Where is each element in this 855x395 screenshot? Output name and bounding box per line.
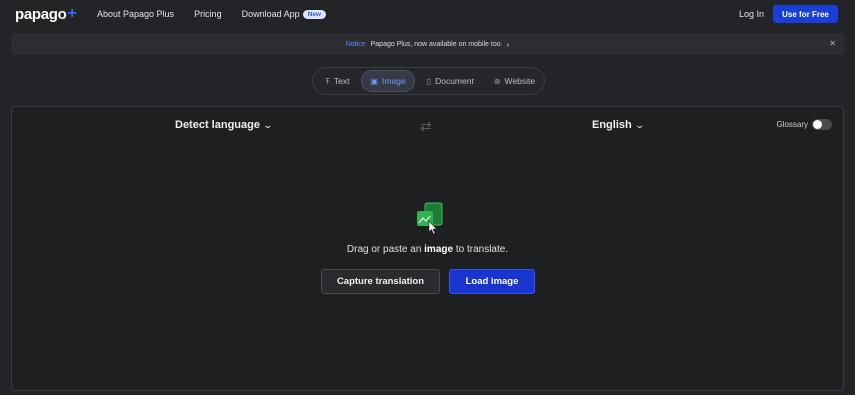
notice-banner: Notice Papago Plus, now available on mob… — [11, 33, 844, 55]
chevron-down-icon: ⌄ — [262, 119, 274, 130]
notice-message[interactable]: Papago Plus, now available on mobile too… — [371, 41, 503, 48]
close-icon[interactable]: ✕ — [829, 39, 836, 48]
papago-logo[interactable]: papago + — [15, 5, 77, 23]
nav-about-papago-plus[interactable]: About Papago Plus — [97, 9, 174, 19]
image-translation-panel[interactable]: Detect language ⌄ ⇄ English ⌄ Glossary D… — [11, 106, 844, 391]
image-upload-illustration-icon — [417, 202, 443, 235]
image-icon: ▣ — [370, 76, 379, 86]
glossary-label: Glossary — [776, 120, 808, 129]
hint-text-before: Drag or paste an — [346, 244, 425, 255]
top-header: papago + About Papago Plus Pricing Downlo… — [0, 0, 855, 30]
source-language-label: Detect language — [175, 119, 260, 131]
tab-website[interactable]: ⊕ Website — [486, 70, 543, 92]
hint-text-bold: image — [424, 244, 454, 255]
nav-download-app-label: Download App — [241, 9, 300, 19]
chevron-right-icon[interactable]: › — [507, 40, 510, 49]
load-image-button[interactable]: Load image — [449, 269, 535, 294]
nav-download-app[interactable]: Download App New — [242, 9, 326, 19]
logo-text: papago — [15, 5, 67, 23]
tab-document-label: Document — [435, 76, 474, 86]
hint-text-after: to translate. — [453, 244, 509, 255]
target-language-selector[interactable]: English ⌄ — [592, 119, 645, 131]
logo-plus: + — [67, 5, 77, 22]
tab-text-label: Text — [333, 76, 350, 86]
main-nav: About Papago Plus Pricing Download App Ne… — [97, 9, 326, 19]
use-for-free-button[interactable]: Use for Free — [773, 5, 838, 23]
tab-website-label: Website — [504, 76, 536, 86]
notice-tag: Notice — [345, 40, 366, 48]
source-language-selector[interactable]: Detect language ⌄ — [175, 119, 274, 131]
text-icon: Ŧ — [325, 76, 330, 86]
toggle-knob — [813, 120, 822, 129]
login-link[interactable]: Log In — [739, 9, 764, 19]
tab-image-label: Image — [382, 76, 406, 86]
capture-translation-button[interactable]: Capture translation — [321, 269, 440, 294]
document-icon: ▯ — [426, 76, 432, 86]
nav-pricing[interactable]: Pricing — [194, 9, 222, 19]
tab-document[interactable]: ▯ Document — [419, 70, 482, 92]
swap-languages-icon[interactable]: ⇄ — [420, 118, 432, 135]
globe-icon: ⊕ — [493, 76, 501, 86]
translation-mode-tabs: Ŧ Text ▣ Image ▯ Document ⊕ Website — [312, 67, 545, 95]
glossary-control: Glossary — [776, 119, 832, 130]
drag-paste-hint: Drag or paste an image to translate. — [12, 244, 843, 255]
tab-text[interactable]: Ŧ Text — [317, 70, 357, 92]
tab-image[interactable]: ▣ Image — [361, 70, 415, 92]
chevron-down-icon: ⌄ — [634, 119, 645, 130]
new-badge: New — [302, 10, 326, 19]
target-language-label: English — [592, 119, 632, 131]
glossary-toggle[interactable] — [812, 119, 832, 130]
